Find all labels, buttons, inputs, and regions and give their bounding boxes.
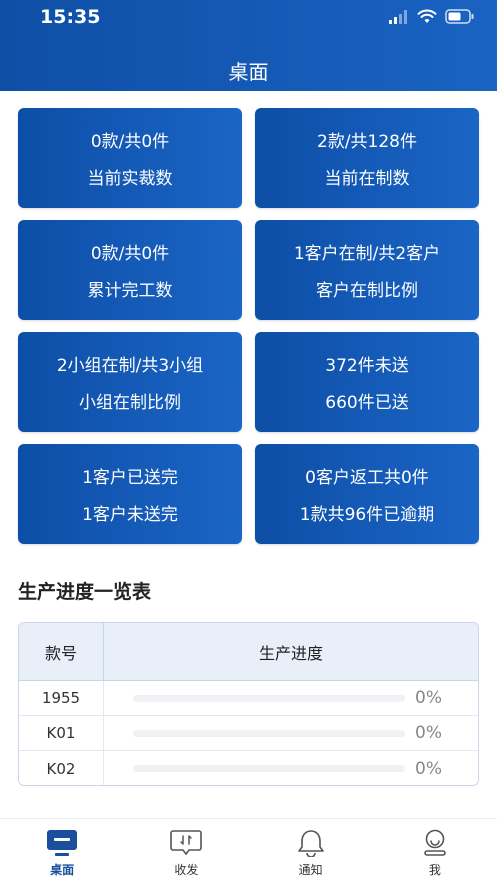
progress-cell: 0% (104, 751, 478, 785)
stat-card-label: 累计完工数 (87, 281, 173, 301)
tab-transfer[interactable]: 收发 (124, 819, 248, 883)
stat-card-value: 372件未送 (325, 356, 409, 376)
table-row[interactable]: K01 0% (19, 716, 478, 751)
stat-card-label: 客户在制比例 (316, 281, 418, 301)
progress-bar (133, 765, 405, 772)
style-no-cell: 1955 (19, 681, 104, 715)
stat-card-rework-overdue[interactable]: 0客户返工共0件 1款共96件已逾期 (255, 444, 479, 544)
tab-profile[interactable]: 我 (373, 819, 497, 883)
progress-bar (133, 694, 405, 702)
stat-card-customer-ratio[interactable]: 1客户在制/共2客户 客户在制比例 (255, 220, 479, 320)
user-icon (419, 828, 451, 858)
style-no-cell: K02 (19, 751, 104, 785)
stat-card-value-2: 1客户未送完 (82, 505, 178, 525)
desktop-icon (46, 828, 78, 858)
stat-card-value-2: 660件已送 (325, 393, 409, 413)
table-row[interactable]: K02 0% (19, 751, 478, 785)
stat-card-cutting[interactable]: 0款/共0件 当前实裁数 (18, 108, 242, 208)
stat-card-value: 1客户在制/共2客户 (293, 244, 441, 264)
stat-card-delivery[interactable]: 372件未送 660件已送 (255, 332, 479, 432)
stat-card-value: 1客户已送完 (82, 468, 178, 488)
stats-grid: 0款/共0件 当前实裁数 2款/共128件 当前在制数 0款/共0件 累计完工数… (18, 108, 479, 544)
stat-card-label: 当前在制数 (324, 169, 410, 189)
table-row[interactable]: 1955 0% (19, 681, 478, 716)
section-title: 生产进度一览表 (18, 581, 152, 603)
progress-cell: 0% (104, 716, 478, 750)
stat-card-group-ratio[interactable]: 2小组在制/共3小组 小组在制比例 (18, 332, 242, 432)
style-no-cell: K01 (19, 716, 104, 750)
progress-percent: 0% (415, 758, 442, 779)
stat-card-in-production[interactable]: 2款/共128件 当前在制数 (255, 108, 479, 208)
tab-notifications[interactable]: 通知 (249, 819, 373, 883)
tab-label: 收发 (174, 863, 199, 877)
stat-card-value: 0款/共0件 (90, 244, 170, 264)
table-header: 款号 生产进度 (19, 623, 478, 681)
stat-card-customer-delivery[interactable]: 1客户已送完 1客户未送完 (18, 444, 242, 544)
stat-card-completed[interactable]: 0款/共0件 累计完工数 (18, 220, 242, 320)
signal-icon (389, 9, 407, 24)
bottom-tab-bar: 桌面 收发 通知 我 (0, 818, 497, 883)
column-header-progress: 生产进度 (258, 643, 323, 663)
progress-cell: 0% (104, 681, 478, 715)
battery-icon (445, 9, 474, 24)
progress-table: 款号 生产进度 1955 0% K01 0% K02 0% (18, 622, 479, 786)
stat-card-value: 0客户返工共0件 (305, 468, 429, 488)
app-header: 15:35 桌面 (0, 0, 497, 91)
progress-percent: 0% (415, 723, 442, 743)
stat-card-value: 2款/共128件 (317, 132, 417, 152)
tab-label: 桌面 (50, 863, 75, 877)
progress-bar (133, 729, 405, 737)
tab-desktop[interactable]: 桌面 (0, 819, 124, 883)
main-content[interactable]: 0款/共0件 当前实裁数 2款/共128件 当前在制数 0款/共0件 累计完工数… (0, 91, 497, 818)
column-header-style-no: 款号 (19, 623, 104, 680)
bell-icon (295, 828, 327, 858)
stat-card-value: 0款/共0件 (90, 132, 170, 152)
stat-card-label: 小组在制比例 (79, 393, 181, 413)
tab-label: 我 (428, 863, 441, 877)
status-bar: 15:35 (0, 0, 497, 36)
stat-card-label: 当前实裁数 (87, 169, 173, 189)
page-title: 桌面 (228, 60, 269, 84)
stat-card-value-2: 1款共96件已逾期 (299, 505, 435, 525)
wifi-icon (417, 9, 437, 23)
transfer-icon (170, 828, 203, 858)
stat-card-value: 2小组在制/共3小组 (56, 356, 204, 376)
tab-label: 通知 (298, 863, 323, 877)
status-icons (389, 9, 475, 24)
progress-percent: 0% (415, 688, 442, 708)
status-time: 15:35 (40, 6, 101, 28)
